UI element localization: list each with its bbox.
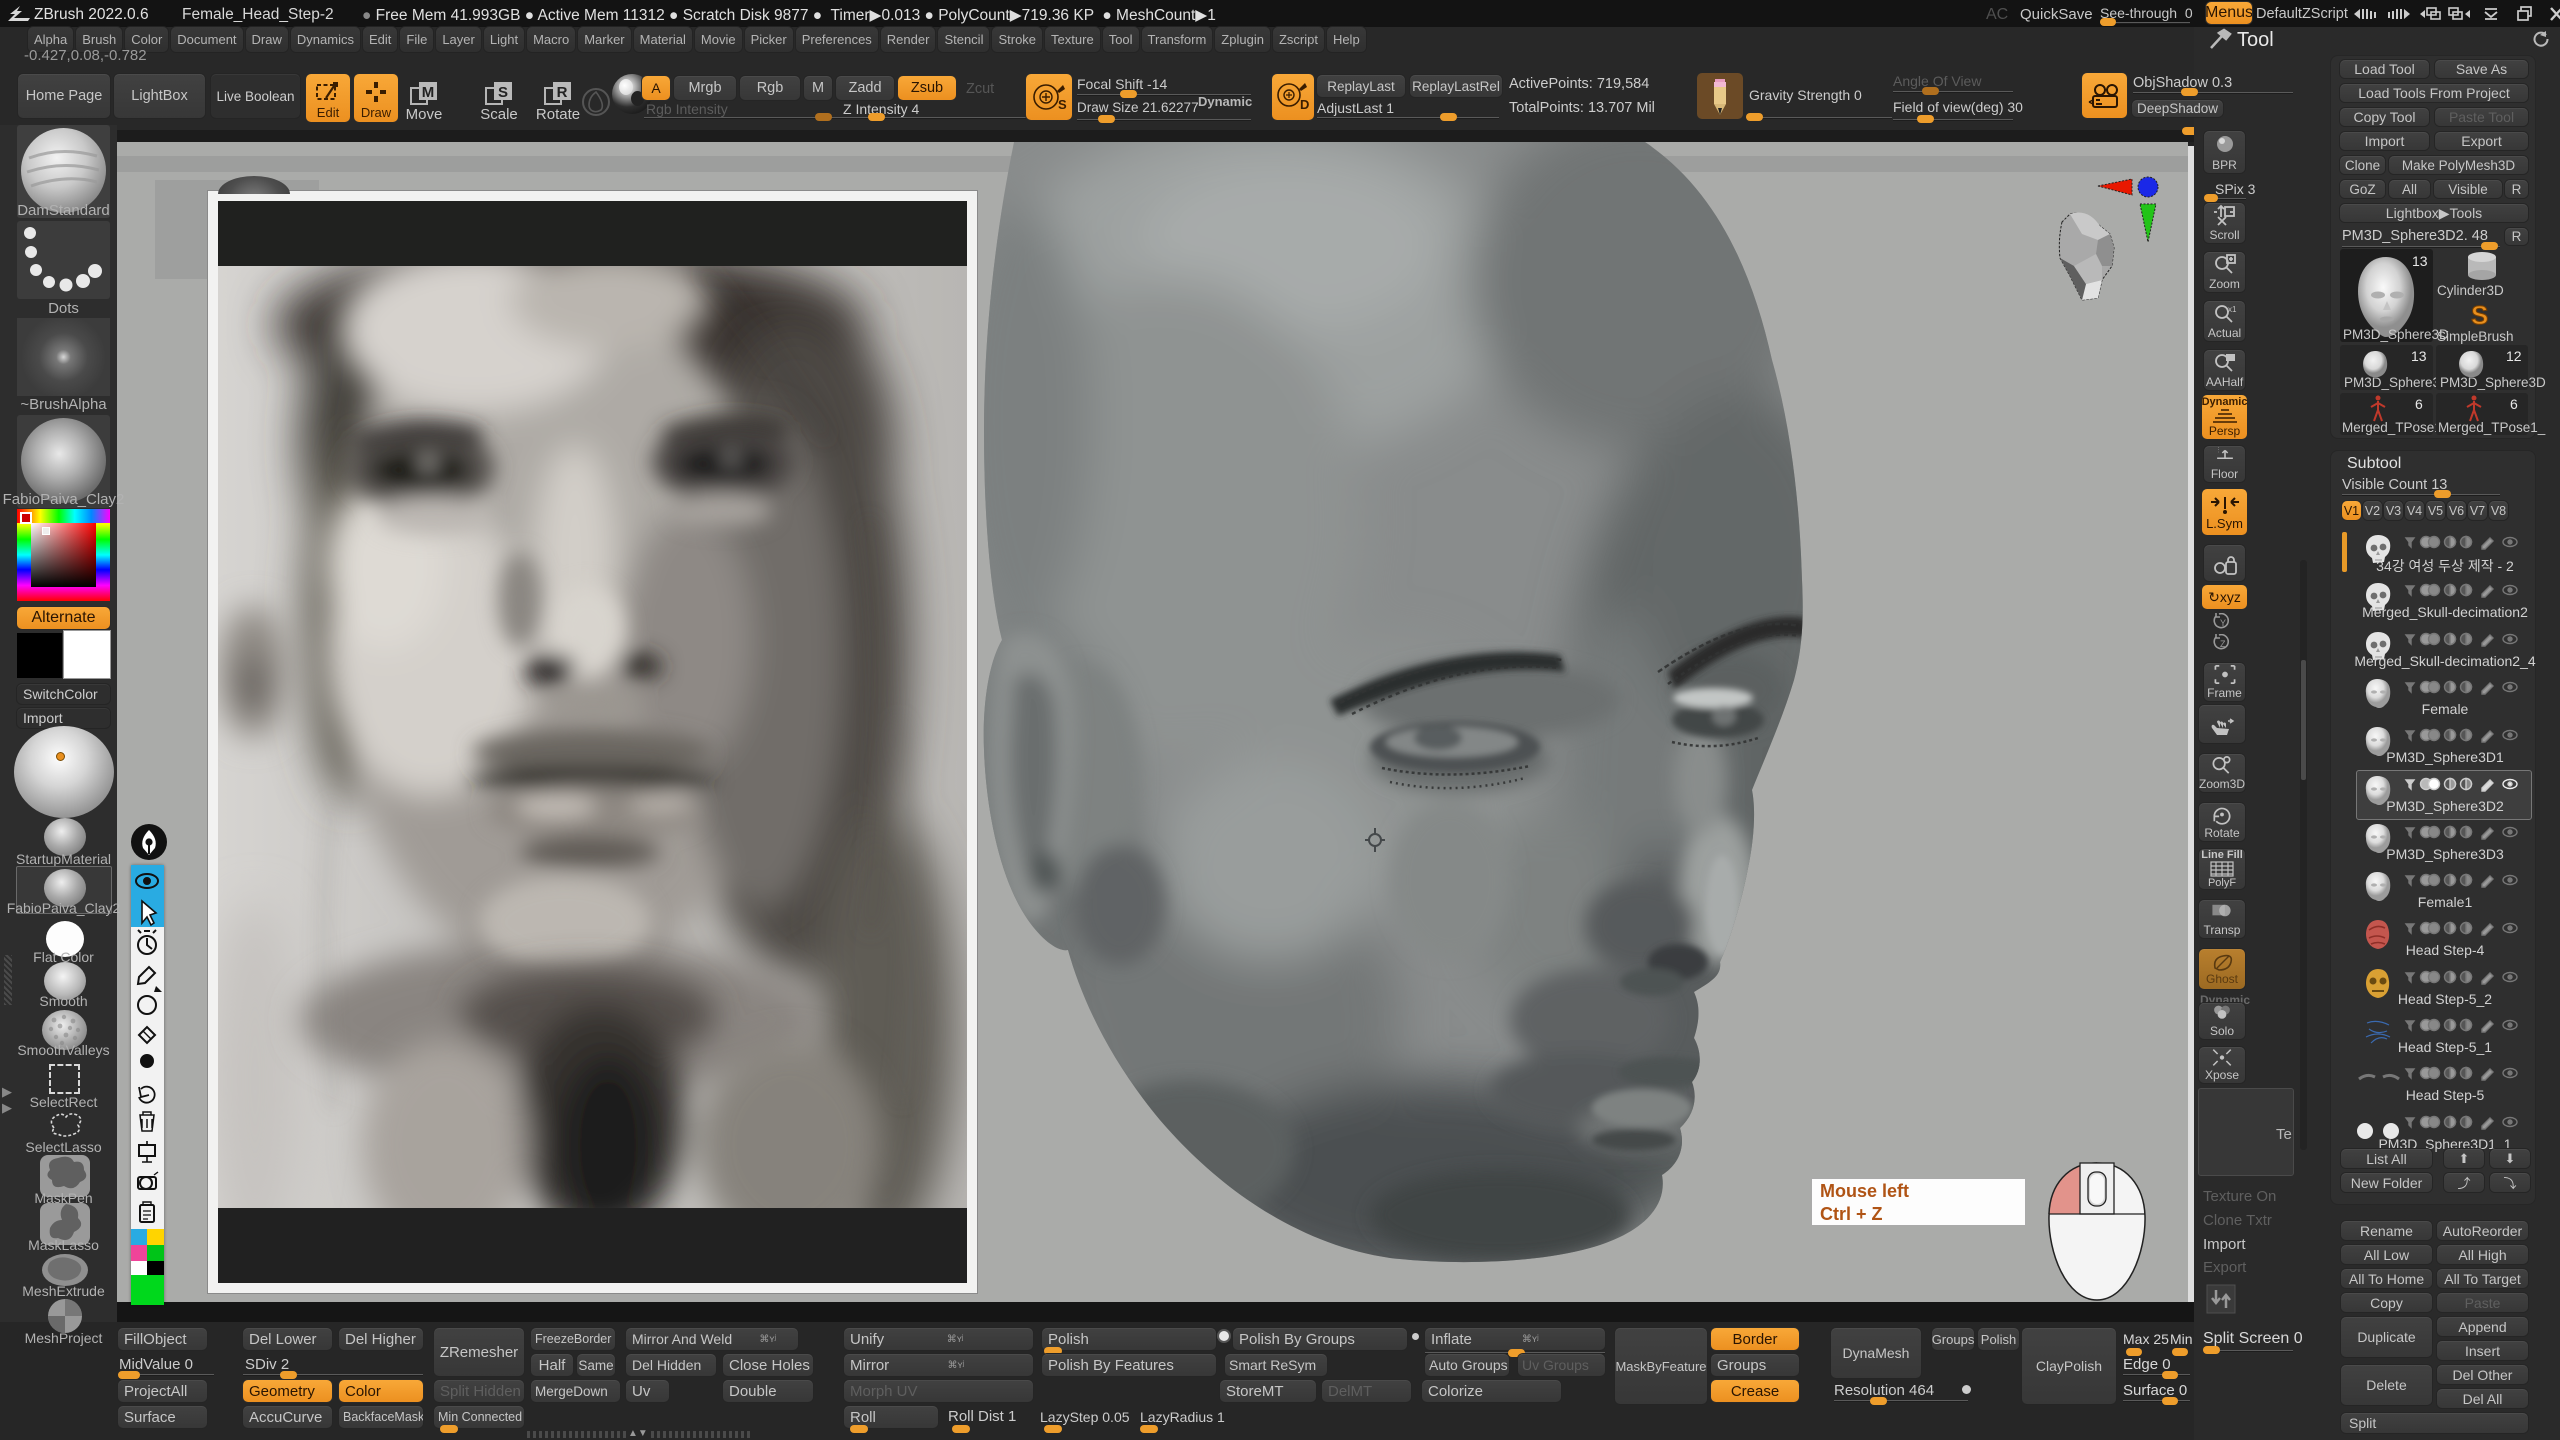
svg-text:R: R xyxy=(557,84,568,101)
svg-text:S: S xyxy=(1058,97,1067,112)
svg-text:⋮: ⋮ xyxy=(2215,446,2221,453)
svg-text:Y: Y xyxy=(2220,618,2226,628)
svg-text:x1: x1 xyxy=(2228,305,2237,314)
svg-text:S: S xyxy=(498,84,508,101)
svg-text:S: S xyxy=(2471,301,2488,329)
svg-text:M: M xyxy=(422,84,435,101)
svg-text:Z: Z xyxy=(2220,639,2226,649)
svg-text:D: D xyxy=(1300,97,1309,112)
